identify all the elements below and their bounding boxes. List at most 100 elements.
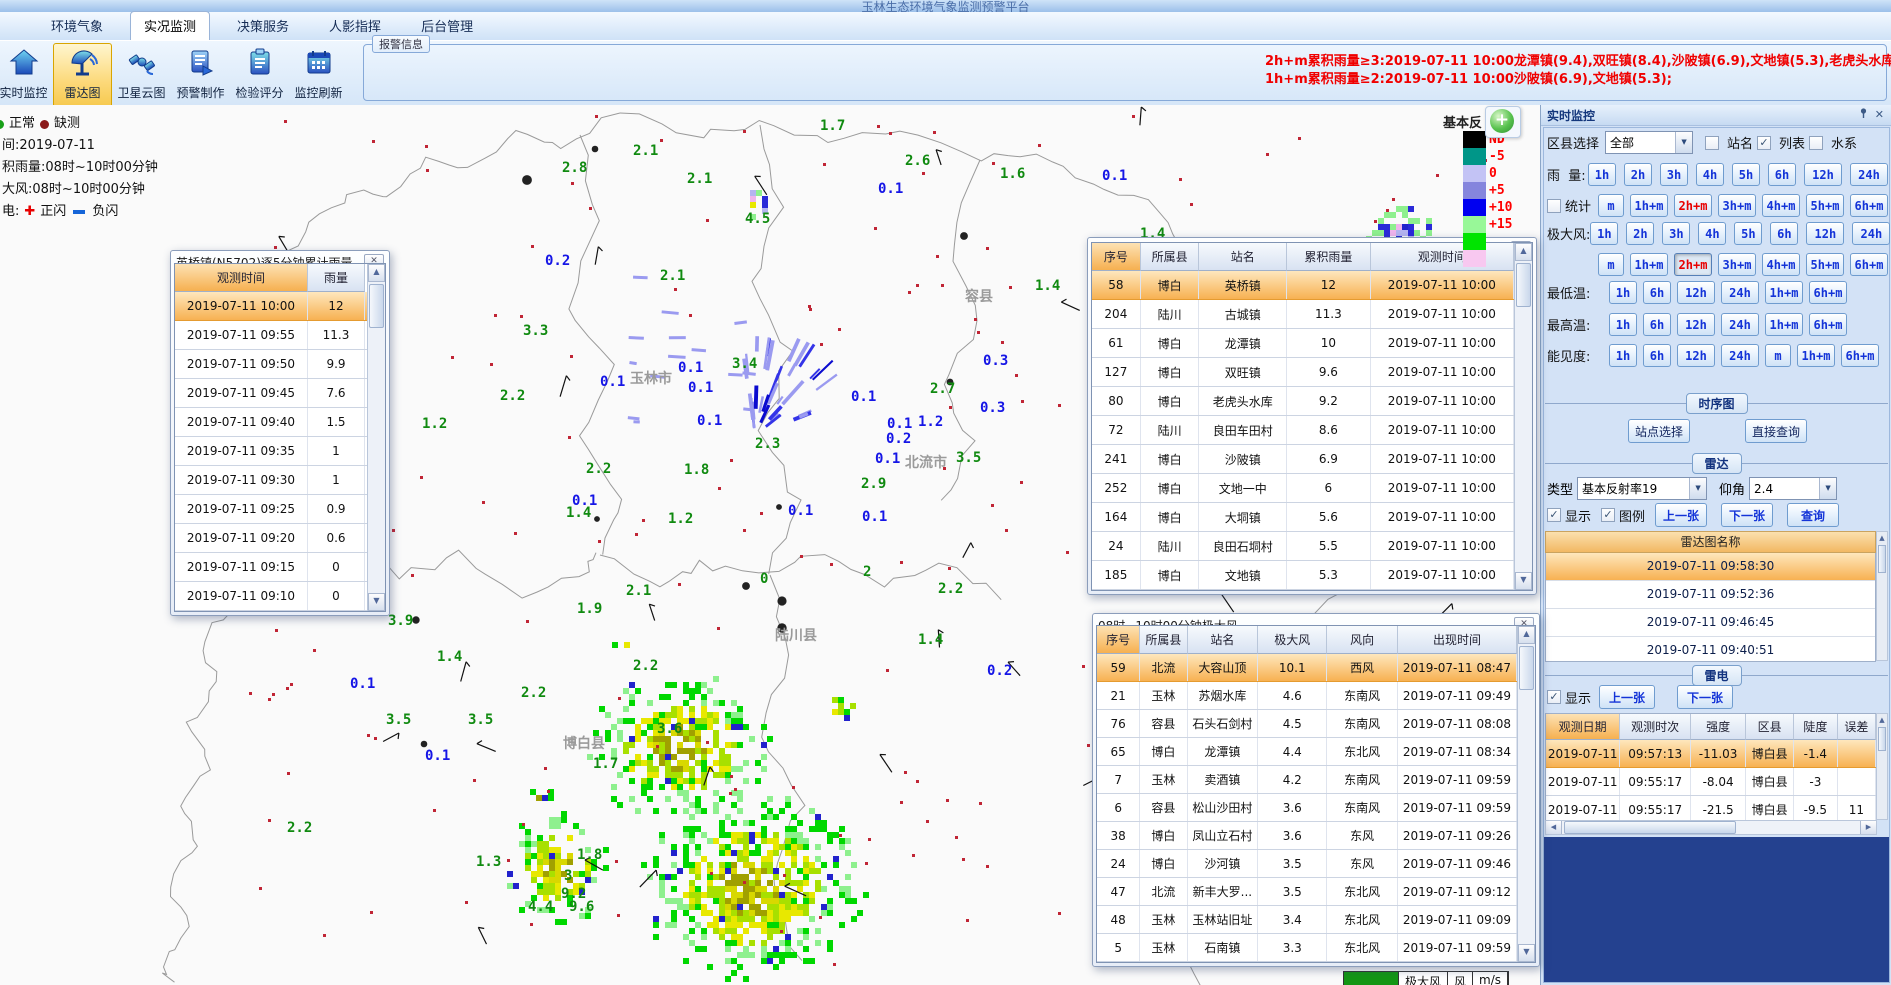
tmin-1h-button[interactable]: 1h [1609,281,1637,304]
tab-决策服务[interactable]: 决策服务 [224,12,302,40]
radar-image-item[interactable]: 2019-07-11 09:46:45 [1546,609,1875,637]
rain-1h-button[interactable]: 1h [1588,163,1616,186]
vis-6h+m-button[interactable]: 6h+m [1841,344,1879,367]
table-row[interactable]: 65博白龙潭镇4.4东北风2019-07-11 08:34 [1097,738,1517,766]
toolbar-button-卫星云图[interactable]: 卫星云图 [112,43,171,108]
lightning-hscrollbar[interactable]: ◀▶ [1545,820,1877,835]
station-rain-dialog[interactable]: 英桥镇(N5702)逐5分钟累计雨量 ✕ 观测时间雨量2019-07-11 10… [170,250,390,616]
column-header-所属县[interactable]: 所属县 [1141,243,1200,271]
chevron-down-icon[interactable]: ▼ [1819,478,1836,499]
table-row[interactable]: 2019-07-11 09:301 [175,466,367,495]
table-row[interactable]: 5玉林石南镇3.3东北风2019-07-11 09:59 [1097,934,1517,962]
wind-3h-button[interactable]: 3h [1662,222,1690,245]
table-row[interactable]: 6容县松山沙田村3.6东南风2019-07-11 09:59 [1097,794,1517,822]
wind-stat-2h+m-button[interactable]: 2h+m [1674,253,1712,276]
rain-4h-button[interactable]: 4h [1696,163,1724,186]
column-header-观测时间[interactable]: 观测时间 [175,264,308,292]
column-header-序号[interactable]: 序号 [1097,626,1140,654]
rain-6h-button[interactable]: 6h [1768,163,1796,186]
table-row[interactable]: 21玉林苏烟水库4.6东南风2019-07-11 09:49 [1097,682,1517,710]
radar-image-item[interactable]: 2019-07-11 09:52:36 [1546,581,1875,609]
scroll-up-icon[interactable]: ▲ [368,264,385,282]
tmax-6h-button[interactable]: 6h [1643,313,1671,336]
column-header-观测时次[interactable]: 观测时次 [1620,714,1691,740]
vis-6h-button[interactable]: 6h [1643,344,1671,367]
tmax-1h-button[interactable]: 1h [1609,313,1637,336]
tab-实况监测[interactable]: 实况监测 [130,11,210,40]
table-row[interactable]: 2019-07-11 09:5511.3 [175,321,367,350]
vis-24h-button[interactable]: 24h [1721,344,1759,367]
district-select[interactable]: 全部▼ [1605,131,1693,154]
legend-add-button[interactable]: + [1485,106,1521,138]
table-row[interactable]: 58博白英桥镇122019-07-11 10:00 [1092,271,1514,300]
table-row[interactable]: 24博白沙河镇3.5东风2019-07-11 09:46 [1097,850,1517,878]
rain-stat-5h+m-button[interactable]: 5h+m [1806,194,1844,217]
table-row[interactable]: 2019-07-11 09:401.5 [175,408,367,437]
radar-显示-checkbox[interactable]: ✓ [1547,508,1561,522]
wind-24h-button[interactable]: 24h [1852,222,1890,245]
table-row[interactable]: 80博白老虎头水库9.22019-07-11 10:00 [1092,387,1514,416]
table-row[interactable]: 7玉林卖酒镇4.2东南风2019-07-11 09:59 [1097,766,1517,794]
wind-stat-3h+m-button[interactable]: 3h+m [1718,253,1756,276]
wind-stat-1h+m-button[interactable]: 1h+m [1630,253,1668,276]
scroll-up-icon[interactable]: ▲ [1518,626,1535,644]
timeseries-直接查询-button[interactable]: 直接查询 [1745,419,1807,443]
table-row[interactable]: 2019-07-11 09:100 [175,582,367,611]
column-header-强度[interactable]: 强度 [1691,714,1746,740]
column-header-雨量[interactable]: 雨量 [308,264,365,292]
table-row[interactable]: 2019-07-11 09:457.6 [175,379,367,408]
table-row[interactable]: 2019-07-11 10:0012 [175,292,367,321]
lightning-row[interactable]: 2019-07-1109:57:13-11.03博白县-1.4 [1546,740,1876,768]
table-row[interactable]: 59北流大容山顶10.1西风2019-07-11 08:47 [1097,654,1517,682]
wind-stat-m-button[interactable]: m [1598,253,1624,276]
tmin-6h+m-button[interactable]: 6h+m [1809,281,1847,304]
radar-type-select[interactable]: 基本反射率19▼ [1577,477,1707,500]
table-row[interactable]: 2019-07-11 09:200.6 [175,524,367,553]
lightning-scrollbar[interactable]: ▲ [1876,713,1888,820]
table-row[interactable]: 185博白文地镇5.32019-07-11 10:00 [1092,561,1514,590]
wind-2h-button[interactable]: 2h [1626,222,1654,245]
vis-m-button[interactable]: m [1765,344,1791,367]
rain-stat-2h+m-button[interactable]: 2h+m [1674,194,1712,217]
lightning-row[interactable]: 2019-07-1109:55:17-8.04博白县-3 [1546,768,1876,796]
rain-stat-6h+m-button[interactable]: 6h+m [1850,194,1888,217]
toolbar-button-检验评分[interactable]: 检验评分 [230,43,289,108]
wind-stat-5h+m-button[interactable]: 5h+m [1806,253,1844,276]
wind-12h-button[interactable]: 12h [1806,222,1844,245]
wind-4h-button[interactable]: 4h [1698,222,1726,245]
table-row[interactable]: 76容县石头石剑村4.5东南风2019-07-11 08:08 [1097,710,1517,738]
tmax-12h-button[interactable]: 12h [1677,313,1715,336]
wind-stat-4h+m-button[interactable]: 4h+m [1762,253,1800,276]
wind-stat-6h+m-button[interactable]: 6h+m [1850,253,1888,276]
scroll-down-icon[interactable]: ▼ [1518,944,1535,962]
pin-icon[interactable] [1859,108,1868,122]
rain-2h-button[interactable]: 2h [1624,163,1652,186]
radar-image-item[interactable]: 2019-07-11 09:40:51 [1546,637,1875,662]
tmax-24h-button[interactable]: 24h [1721,313,1759,336]
rain-5h-button[interactable]: 5h [1732,163,1760,186]
tmin-1h+m-button[interactable]: 1h+m [1765,281,1803,304]
chevron-down-icon[interactable]: ▼ [1689,478,1706,499]
lightning-上一张-button[interactable]: 上一张 [1599,685,1655,709]
radar-下一张-button[interactable]: 下一张 [1721,503,1773,527]
toolbar-button-实时监控[interactable]: 实时监控 [0,43,53,108]
rain-stat-1h+m-button[interactable]: 1h+m [1630,194,1668,217]
toolbar-button-雷达图[interactable]: 雷达图 [53,43,112,108]
table-row[interactable]: 252博白文地一中62019-07-11 10:00 [1092,474,1514,503]
radar-elev-select[interactable]: 2.4▼ [1749,477,1837,500]
extreme-wind-dialog[interactable]: 08时~10时00分钟极大风 ✕ 序号所属县站名极大风风向出现时间59北流大容山… [1092,613,1540,967]
wind-5h-button[interactable]: 5h [1734,222,1762,245]
tmin-12h-button[interactable]: 12h [1677,281,1715,304]
table-row[interactable]: 2019-07-11 09:250.9 [175,495,367,524]
close-icon[interactable]: ✕ [1875,108,1884,122]
rain-stat-checkbox[interactable] [1547,199,1561,213]
rain-12h-button[interactable]: 12h [1804,163,1842,186]
radar-查询-button[interactable]: 查询 [1787,503,1839,527]
table-row[interactable]: 72陆川良田车田村8.62019-07-11 10:00 [1092,416,1514,445]
table-row[interactable]: 2019-07-11 09:150 [175,553,367,582]
radar-图例-checkbox[interactable]: ✓ [1601,508,1615,522]
tmax-1h+m-button[interactable]: 1h+m [1765,313,1803,336]
tmin-6h-button[interactable]: 6h [1643,281,1671,304]
toolbar-button-监控刷新[interactable]: 监控刷新 [289,43,348,108]
column-header-误差[interactable]: 误差 [1838,714,1876,740]
